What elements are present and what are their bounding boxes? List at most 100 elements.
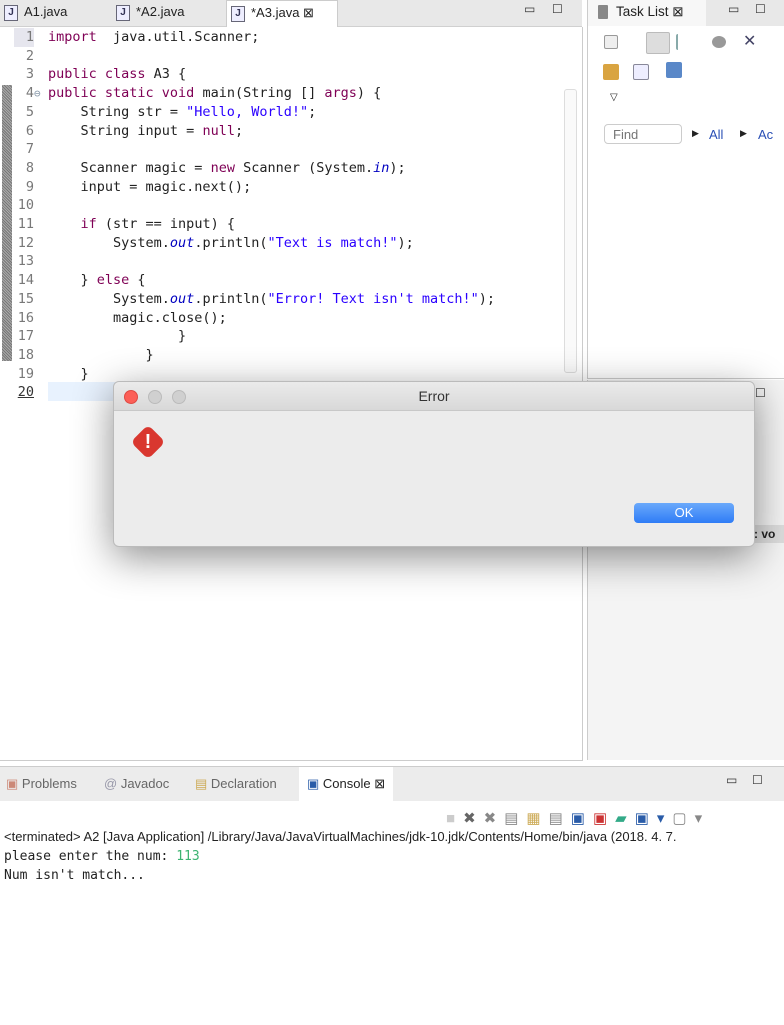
code-line[interactable]: 3 public class A3 { — [0, 65, 560, 84]
code-line[interactable]: 17 } — [0, 327, 560, 346]
minimize-icon[interactable]: ▭ — [524, 2, 535, 16]
code-line[interactable]: 15 System.out.println("Error! Text isn't… — [0, 290, 560, 309]
tab-task-list[interactable]: Task List ⊠ — [588, 0, 706, 26]
tab-label: Declaration — [210, 776, 277, 791]
side-text-fragment: : vo — [754, 525, 784, 543]
synchronize-icon[interactable] — [666, 62, 682, 78]
line-number: 5 — [25, 103, 34, 120]
open-console-icon[interactable]: ▢▾ — [672, 810, 710, 827]
all-link[interactable]: All — [709, 127, 723, 142]
tab-problems[interactable]: ▣ Problems — [6, 776, 77, 792]
categorized-icon[interactable] — [646, 32, 670, 54]
scheduled-icon[interactable] — [676, 34, 696, 50]
show-on-output-icon[interactable]: ▣ — [571, 810, 593, 827]
string-literal: "Text is match!" — [267, 234, 398, 251]
code-text: String input = null; — [48, 122, 244, 141]
code-line[interactable]: 12 System.out.println("Text is match!"); — [0, 234, 560, 253]
users-icon[interactable] — [603, 64, 619, 80]
code-text: String str = "Hello, World!"; — [48, 103, 317, 122]
tab-a3-java[interactable]: J *A3.java ⊠ — [226, 0, 338, 27]
code-token: input = magic.next(); — [48, 178, 252, 195]
keyword: null — [202, 122, 235, 139]
hide-completed-icon[interactable]: ✕ — [743, 34, 761, 50]
line-number: 2 — [25, 47, 34, 64]
collapse-all-icon[interactable] — [633, 64, 649, 80]
zoom-window-button[interactable] — [172, 390, 186, 404]
code-line[interactable]: 18 } — [0, 346, 560, 365]
terminate-icon[interactable]: ■ — [446, 810, 463, 827]
tab-a2-java[interactable]: J *A2.java — [112, 0, 221, 26]
show-on-error-icon[interactable]: ▣ — [593, 810, 615, 827]
word-wrap-icon[interactable]: ▤ — [549, 810, 571, 827]
minimize-window-button[interactable] — [148, 390, 162, 404]
java-file-icon: J — [4, 5, 18, 21]
error-dialog: Error ! OK — [113, 381, 755, 547]
code-line[interactable]: 1 import java.util.Scanner; — [0, 28, 560, 47]
new-task-icon[interactable] — [604, 35, 618, 49]
clear-console-icon[interactable]: ▤ — [504, 810, 526, 827]
line-number: 3 — [25, 66, 34, 83]
view-menu-icon[interactable]: ▽ — [610, 92, 618, 103]
code-token: magic.close(); — [48, 309, 227, 326]
maximize-icon[interactable]: ☐ — [752, 773, 763, 787]
line-number: 13 — [17, 253, 34, 270]
code-token: System. — [48, 234, 170, 251]
expand-icon: ▶ — [692, 128, 699, 138]
dialog-title: Error — [418, 388, 450, 404]
ok-button[interactable]: OK — [634, 503, 734, 523]
code-line[interactable]: 13 — [0, 252, 560, 271]
tab-declaration[interactable]: ▤ Declaration — [195, 776, 277, 792]
remove-launch-icon[interactable]: ✖ — [463, 810, 484, 827]
code-line[interactable]: 10 — [0, 196, 560, 215]
line-number: 11 — [17, 216, 34, 232]
activate-link[interactable]: Ac — [758, 127, 773, 142]
line-number: 16 — [17, 309, 34, 326]
display-console-icon[interactable]: ▣▾ — [635, 810, 673, 827]
code-token: } — [48, 272, 97, 289]
static-field: in — [373, 159, 390, 176]
minimize-icon[interactable]: ▭ — [728, 2, 739, 16]
code-line[interactable]: 8 Scanner magic = new Scanner (System.in… — [0, 159, 560, 178]
focus-icon[interactable] — [712, 36, 726, 48]
find-input[interactable] — [604, 124, 682, 144]
line-number: 12 — [17, 234, 34, 251]
maximize-icon[interactable]: ☐ — [552, 2, 563, 16]
scroll-lock-icon[interactable]: ▦ — [526, 810, 548, 827]
maximize-icon[interactable]: ☐ — [755, 2, 766, 16]
code-line[interactable]: 6 String input = null; — [0, 122, 560, 141]
pin-console-icon[interactable]: ▰ — [615, 810, 635, 827]
keyword: args — [324, 85, 357, 102]
remove-all-icon[interactable]: ✖ — [484, 810, 505, 827]
code-line[interactable]: 2 — [0, 47, 560, 66]
vertical-scrollbar[interactable] — [564, 89, 577, 373]
code-line[interactable]: 4 public static void main(String [] args)… — [0, 84, 560, 103]
line-number: 17 — [17, 328, 34, 345]
code-token: { — [129, 272, 146, 289]
close-icon[interactable]: ⊠ — [672, 4, 683, 19]
problems-icon: ▣ — [6, 776, 19, 791]
code-token: } — [48, 365, 89, 382]
line-number: 1 — [14, 28, 34, 47]
maximize-icon[interactable]: ☐ — [755, 386, 766, 400]
console-toolbar: ■✖✖▤▦▤▣▣▰▣▾▢▾ — [446, 809, 710, 827]
close-window-button[interactable] — [124, 390, 138, 404]
code-token: String str = — [48, 103, 187, 120]
code-text: magic.close(); — [48, 309, 227, 328]
tab-a1-java[interactable]: J A1.java — [0, 0, 109, 26]
editor-tab-bar: J A1.java J *A2.java J *A3.java ⊠ ▭ ☐ — [0, 0, 582, 27]
close-icon[interactable]: ⊠ — [303, 5, 314, 20]
code-text: input = magic.next(); — [48, 178, 252, 197]
tab-console[interactable]: ▣ Console ⊠ — [299, 767, 394, 801]
code-line[interactable]: 5 String str = "Hello, World!"; — [0, 103, 560, 122]
tab-javadoc[interactable]: @ Javadoc — [104, 776, 169, 791]
minimize-icon[interactable]: ▭ — [726, 773, 737, 787]
close-icon[interactable]: ⊠ — [374, 776, 385, 791]
code-line[interactable]: 11 if (str == input) { — [0, 215, 560, 234]
code-line[interactable]: 14 } else { — [0, 271, 560, 290]
tab-label: *A2.java — [136, 4, 185, 19]
code-line[interactable]: 9 input = magic.next(); — [0, 178, 560, 197]
code-text: public class A3 { — [48, 65, 186, 84]
code-line[interactable]: 7 — [0, 140, 560, 159]
fold-icon[interactable]: ⊖ — [34, 84, 41, 103]
code-line[interactable]: 16 magic.close(); — [0, 309, 560, 328]
